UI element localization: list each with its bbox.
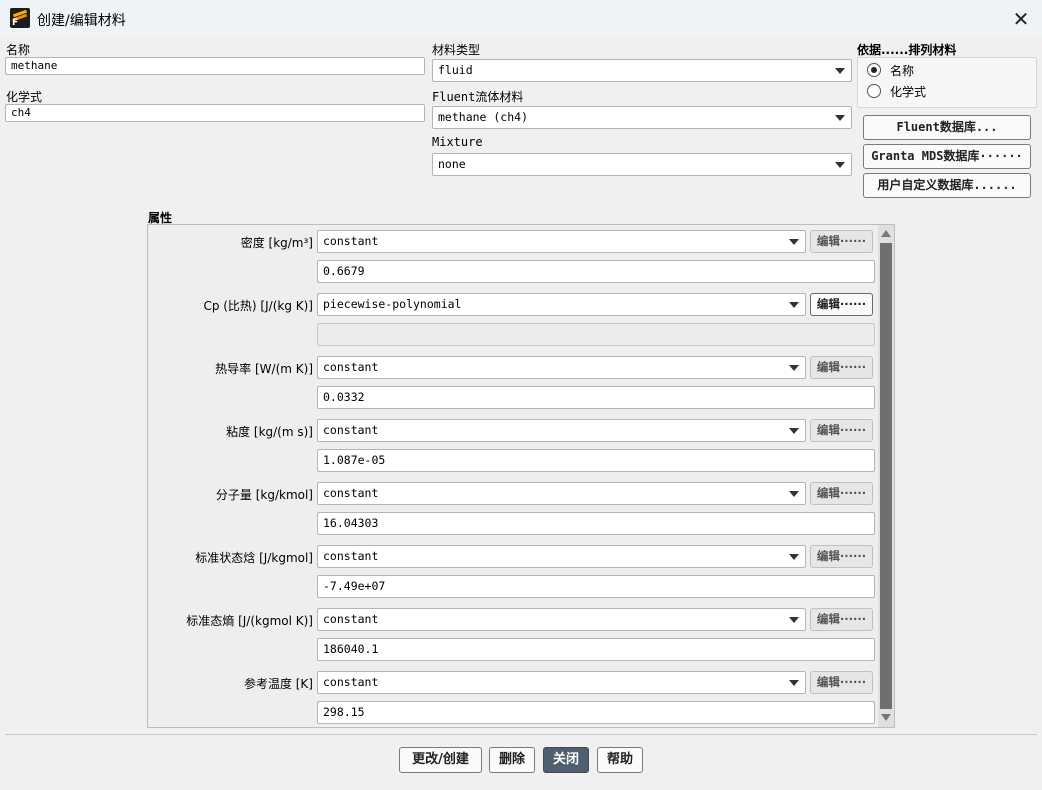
standard-enthalpy-edit-button[interactable]: 编辑······ xyxy=(810,545,873,568)
order-by-label: 依据......排列材料 xyxy=(857,43,957,57)
thermal-conductivity-method-dropdown[interactable]: constant xyxy=(317,356,806,379)
reference-temperature-edit-button[interactable]: 编辑······ xyxy=(810,671,873,694)
standard-enthalpy-label: 标准状态焓 [J/kgmol] xyxy=(195,551,313,565)
chevron-down-icon xyxy=(789,239,799,245)
chevron-down-icon xyxy=(789,365,799,371)
thermal-conductivity-method-value: constant xyxy=(323,360,379,374)
delete-button[interactable]: 删除 xyxy=(489,747,535,773)
standard-enthalpy-method-value: constant xyxy=(323,549,379,563)
cp-edit-button[interactable]: 编辑······ xyxy=(810,293,873,316)
chevron-down-icon xyxy=(789,680,799,686)
scroll-up-arrow-icon[interactable] xyxy=(881,230,891,237)
material-type-label: 材料类型 xyxy=(432,43,481,57)
fluent-database-button[interactable]: Fluent数据库... xyxy=(863,115,1031,140)
scroll-down-arrow-icon[interactable] xyxy=(881,714,891,721)
molecular-weight-value-field[interactable]: 16.04303 xyxy=(317,512,875,535)
standard-entropy-method-value: constant xyxy=(323,612,379,626)
chevron-down-icon xyxy=(835,68,845,74)
reference-temperature-label: 参考温度 [K] xyxy=(243,677,313,691)
mixture-dropdown[interactable]: none xyxy=(432,153,852,176)
fluent-material-label: Fluent流体材料 xyxy=(432,90,524,104)
material-type-value: fluid xyxy=(438,63,473,77)
name-label: 名称 xyxy=(6,43,31,57)
standard-entropy-value-field[interactable]: 186040.1 xyxy=(317,638,875,661)
granta-database-button[interactable]: Granta MDS数据库······ xyxy=(863,144,1031,169)
chevron-down-icon xyxy=(789,554,799,560)
standard-entropy-method-dropdown[interactable]: constant xyxy=(317,608,806,631)
viscosity-label: 粘度 [kg/(m s)] xyxy=(226,425,313,439)
thermal-conductivity-label: 热导率 [W/(m K)] xyxy=(215,362,313,376)
thermal-conductivity-edit-button[interactable]: 编辑······ xyxy=(810,356,873,379)
standard-enthalpy-value-field[interactable]: -7.49e+07 xyxy=(317,575,875,598)
user-database-button[interactable]: 用户自定义数据库...... xyxy=(863,173,1031,198)
formula-label: 化学式 xyxy=(6,90,43,104)
name-input[interactable]: methane xyxy=(5,57,425,75)
reference-temperature-value-field[interactable]: 298.15 xyxy=(317,701,875,724)
viscosity-method-value: constant xyxy=(323,423,379,437)
standard-enthalpy-method-dropdown[interactable]: constant xyxy=(317,545,806,568)
change-create-button[interactable]: 更改/创建 xyxy=(399,747,482,773)
help-button[interactable]: 帮助 xyxy=(597,747,643,773)
reference-temperature-method-dropdown[interactable]: constant xyxy=(317,671,806,694)
density-method-value: constant xyxy=(323,234,379,248)
scroll-thumb[interactable] xyxy=(880,243,892,709)
order-by-formula-label: 化学式 xyxy=(890,85,927,99)
viscosity-value-field[interactable]: 1.087e-05 xyxy=(317,449,875,472)
footer-divider xyxy=(5,734,1037,735)
order-by-formula-radio[interactable] xyxy=(867,84,881,98)
chevron-down-icon xyxy=(789,428,799,434)
chevron-down-icon xyxy=(835,162,845,168)
density-label: 密度 [kg/m³] xyxy=(240,236,313,250)
molecular-weight-method-value: constant xyxy=(323,486,379,500)
cp-method-value: piecewise-polynomial xyxy=(323,297,462,311)
fluent-app-icon: F xyxy=(10,8,30,28)
cp-method-dropdown[interactable]: piecewise-polynomial xyxy=(317,293,806,316)
chevron-down-icon xyxy=(789,491,799,497)
order-by-group: 名称 化学式 xyxy=(857,57,1037,108)
order-by-name-radio[interactable] xyxy=(867,63,881,77)
molecular-weight-edit-button[interactable]: 编辑······ xyxy=(810,482,873,505)
order-by-name-label: 名称 xyxy=(890,64,915,78)
molecular-weight-method-dropdown[interactable]: constant xyxy=(317,482,806,505)
close-icon[interactable]: ✕ xyxy=(1006,4,1036,34)
title-bar: F 创建/编辑材料 ✕ xyxy=(0,0,1042,37)
molecular-weight-label: 分子量 [kg/kmol] xyxy=(215,488,313,502)
cp-value-field xyxy=(317,323,875,346)
chevron-down-icon xyxy=(789,617,799,623)
chevron-down-icon xyxy=(789,302,799,308)
material-type-dropdown[interactable]: fluid xyxy=(432,59,852,82)
properties-scrollbar[interactable] xyxy=(878,225,894,727)
density-edit-button[interactable]: 编辑······ xyxy=(810,230,873,253)
thermal-conductivity-value-field[interactable]: 0.0332 xyxy=(317,386,875,409)
standard-entropy-label: 标准态熵 [J/(kgmol K)] xyxy=(186,614,313,628)
standard-entropy-edit-button[interactable]: 编辑······ xyxy=(810,608,873,631)
close-button[interactable]: 关闭 xyxy=(543,747,589,773)
density-value-field[interactable]: 0.6679 xyxy=(317,260,875,283)
viscosity-edit-button[interactable]: 编辑······ xyxy=(810,419,873,442)
cp-label: Cp (比热) [J/(kg K)] xyxy=(203,299,313,313)
mixture-value: none xyxy=(438,157,466,171)
reference-temperature-method-value: constant xyxy=(323,675,379,689)
chevron-down-icon xyxy=(835,115,845,121)
viscosity-method-dropdown[interactable]: constant xyxy=(317,419,806,442)
formula-input[interactable]: ch4 xyxy=(5,104,425,122)
window-title: 创建/编辑材料 xyxy=(37,13,126,29)
fluent-material-dropdown[interactable]: methane (ch4) xyxy=(432,106,852,129)
density-method-dropdown[interactable]: constant xyxy=(317,230,806,253)
mixture-label: Mixture xyxy=(432,135,483,149)
fluent-material-value: methane (ch4) xyxy=(438,110,529,124)
